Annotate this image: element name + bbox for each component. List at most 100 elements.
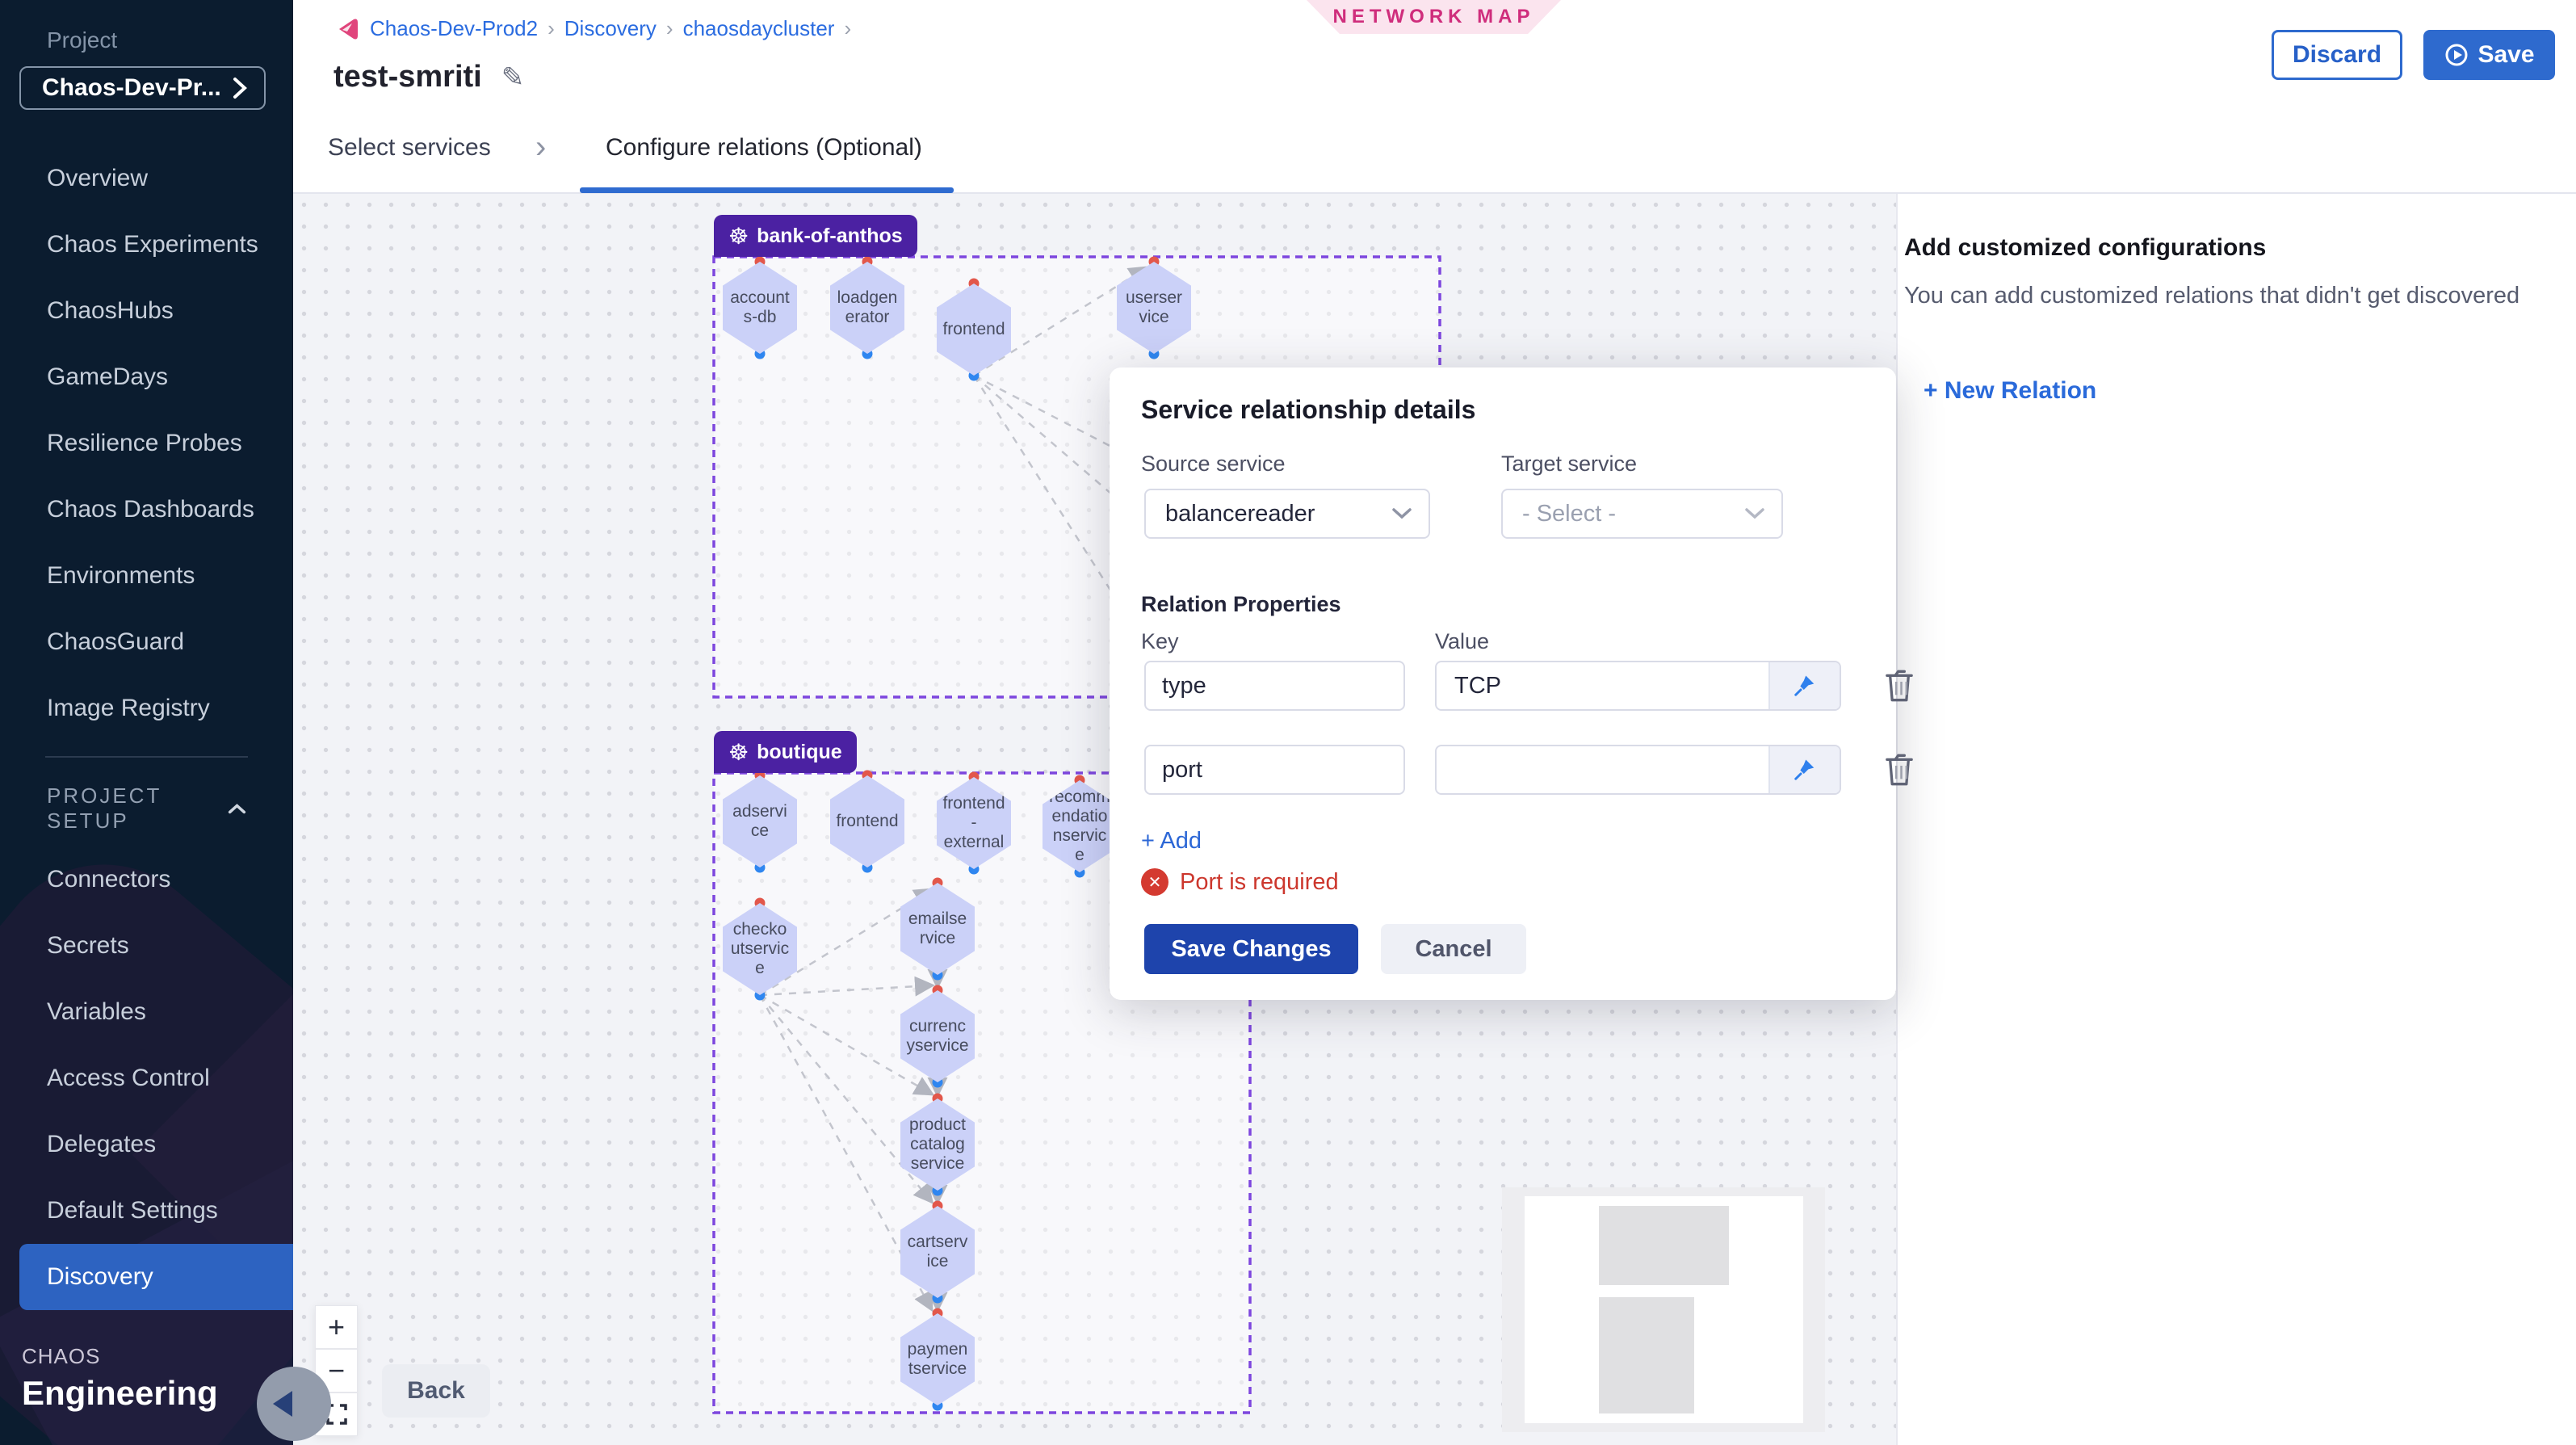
save-button-label: Save [2477, 41, 2534, 69]
service-node-label: frontend [937, 320, 1010, 339]
service-node-label: loadgenerator [830, 288, 904, 327]
panel-subtitle: You can add customized relations that di… [1904, 283, 2576, 309]
ribbon-label: NETWORK MAP [1333, 6, 1535, 28]
error-icon: ✕ [1141, 868, 1168, 896]
chevron-left-icon [273, 1391, 292, 1417]
service-relationship-modal: Service relationship details Source serv… [1110, 368, 1896, 1000]
sidebar-item-overview[interactable]: Overview [0, 145, 293, 212]
sidebar-section-project-setup[interactable]: PROJECT SETUP [0, 769, 293, 842]
sidebar-collapse-button[interactable] [257, 1367, 331, 1441]
source-service-select[interactable]: balancereader [1144, 489, 1430, 539]
breadcrumb-link-cluster[interactable]: chaosdaycluster [683, 16, 835, 41]
sidebar-item-gamedays[interactable]: GameDays [0, 344, 293, 410]
chevron-up-icon [228, 802, 246, 815]
kubernetes-icon: ☸ [728, 223, 749, 250]
value-column-label: Value [1435, 629, 1489, 654]
error-text: Port is required [1180, 869, 1339, 896]
tab-select-services[interactable]: Select services [328, 134, 491, 162]
service-node-label: emailservice [900, 909, 975, 948]
property-value-field-type [1435, 661, 1841, 711]
sidebar-item-image-registry[interactable]: Image Registry [0, 675, 293, 741]
property-key-input-port[interactable] [1144, 745, 1405, 795]
trash-icon [1882, 750, 1917, 789]
service-node-label: paymentservice [900, 1340, 975, 1379]
cancel-button[interactable]: Cancel [1381, 924, 1526, 974]
pushpin-icon [1793, 674, 1817, 698]
breadcrumb: Chaos-Dev-Prod2 › Discovery › chaosdaycl… [336, 16, 851, 41]
pushpin-icon [1793, 758, 1817, 782]
sidebar-divider [45, 756, 248, 758]
save-changes-button[interactable]: Save Changes [1144, 924, 1358, 974]
minimap-page [1525, 1196, 1803, 1423]
cluster-badge-boutique[interactable]: ☸ boutique [714, 731, 857, 773]
service-node-label: currencyservice [900, 1017, 975, 1056]
relation-properties-title: Relation Properties [1141, 592, 1341, 617]
run-icon [2444, 42, 2469, 68]
sidebar-item-discovery[interactable]: Discovery [19, 1244, 293, 1310]
kubernetes-icon: ☸ [728, 739, 749, 766]
network-map-ribbon: NETWORK MAP [1307, 0, 1561, 34]
brand-bottom: Engineering [22, 1374, 218, 1413]
sidebar-item-environments[interactable]: Environments [0, 543, 293, 609]
sidebar-item-connectors[interactable]: Connectors [0, 846, 293, 913]
service-node-label: accounts-db [723, 288, 797, 327]
minimap[interactable] [1502, 1187, 1825, 1432]
back-button[interactable]: Back [382, 1364, 490, 1418]
breadcrumb-separator: › [844, 16, 851, 41]
sidebar-item-chaosguard[interactable]: ChaosGuard [0, 609, 293, 675]
service-node-label: cartservice [900, 1233, 975, 1271]
sidebar-item-variables[interactable]: Variables [0, 979, 293, 1045]
pin-button[interactable] [1768, 662, 1840, 709]
minimap-cluster-rect [1599, 1206, 1729, 1285]
service-node-label: productcatalogservice [900, 1115, 975, 1174]
trash-icon [1882, 666, 1917, 705]
breadcrumb-link-project[interactable]: Chaos-Dev-Prod2 [370, 16, 538, 41]
sidebar-nav: Overview Chaos Experiments ChaosHubs Gam… [0, 145, 293, 741]
zoom-in-button[interactable]: + [315, 1305, 358, 1349]
sidebar-item-secrets[interactable]: Secrets [0, 913, 293, 979]
brand-logo: CHAOS Engineering [22, 1344, 218, 1413]
cluster-badge-bank-of-anthos[interactable]: ☸ bank-of-anthos [714, 215, 917, 257]
brand-top: CHAOS [22, 1344, 218, 1369]
save-button[interactable]: Save [2423, 30, 2555, 80]
wizard-tabbar: Select services › Configure relations (O… [293, 105, 2576, 194]
service-node-label: frontend [830, 812, 904, 831]
service-node-label: recommendationservice [1043, 788, 1117, 866]
project-selector-value: Chaos-Dev-Pr... [42, 74, 221, 102]
delete-property-row-button[interactable] [1882, 666, 1917, 705]
delete-property-row-button[interactable] [1882, 750, 1917, 789]
project-label: Project [47, 27, 293, 53]
sidebar-item-default-settings[interactable]: Default Settings [0, 1178, 293, 1244]
customized-configurations-panel: Add customized configurations You can ad… [1896, 194, 2576, 1445]
breadcrumb-link-discovery[interactable]: Discovery [564, 16, 657, 41]
service-node-label: frontend-external [937, 794, 1011, 852]
sidebar-item-chaos-experiments[interactable]: Chaos Experiments [0, 212, 293, 278]
sidebar-item-delegates[interactable]: Delegates [0, 1111, 293, 1178]
sidebar-item-access-control[interactable]: Access Control [0, 1045, 293, 1111]
target-service-label: Target service [1501, 452, 1637, 477]
modal-title: Service relationship details [1141, 395, 1475, 425]
page-header: Chaos-Dev-Prod2 › Discovery › chaosdaycl… [293, 0, 2576, 105]
new-relation-link[interactable]: + New Relation [1924, 377, 2096, 405]
source-service-label: Source service [1141, 452, 1286, 477]
validation-error: ✕ Port is required [1141, 868, 1339, 896]
property-key-input-type[interactable] [1144, 661, 1405, 711]
target-service-placeholder: - Select - [1522, 501, 1616, 527]
pin-button[interactable] [1768, 746, 1840, 793]
chaos-logo-icon [336, 17, 360, 41]
target-service-select[interactable]: - Select - [1501, 489, 1783, 539]
sidebar-item-resilience-probes[interactable]: Resilience Probes [0, 410, 293, 477]
chevron-right-icon [232, 76, 248, 100]
chevron-down-icon [1744, 507, 1765, 520]
project-selector[interactable]: Chaos-Dev-Pr... [19, 66, 266, 110]
service-node-label: checkoutservice [723, 920, 797, 978]
edit-title-icon[interactable]: ✎ [501, 61, 525, 94]
key-column-label: Key [1141, 629, 1179, 654]
sidebar-item-chaoshubs[interactable]: ChaosHubs [0, 278, 293, 344]
tab-configure-relations[interactable]: Configure relations (Optional) [606, 134, 922, 162]
discard-button[interactable]: Discard [2272, 30, 2402, 80]
source-service-value: balancereader [1165, 501, 1315, 527]
add-property-link[interactable]: + Add [1141, 828, 1202, 855]
sidebar-item-chaos-dashboards[interactable]: Chaos Dashboards [0, 477, 293, 543]
app-root: Project Chaos-Dev-Pr... Overview Chaos E… [0, 0, 2576, 1445]
